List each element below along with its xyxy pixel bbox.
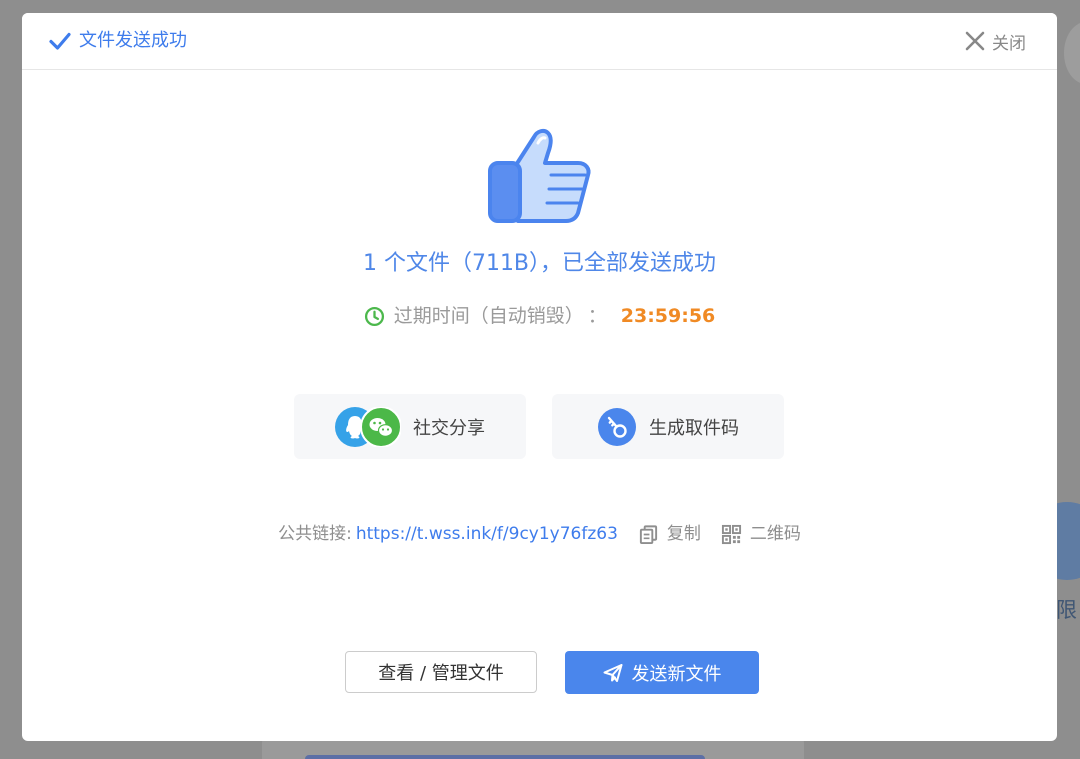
copy-label: 复制 xyxy=(666,524,701,544)
qrcode-button[interactable]: 二维码 xyxy=(721,522,801,546)
qrcode-label: 二维码 xyxy=(749,524,801,544)
key-icon xyxy=(598,407,636,446)
close-label: 关闭 xyxy=(992,33,1026,54)
expire-label: 过期时间（自动销毁） xyxy=(393,305,584,327)
clock-icon xyxy=(364,306,384,326)
qrcode-icon xyxy=(721,524,741,544)
background-avatar xyxy=(1064,22,1080,84)
send-new-file-label: 发送新文件 xyxy=(631,663,722,685)
social-share-label: 社交分享 xyxy=(413,417,485,439)
result-message: 1 个文件（711B），已全部发送成功 xyxy=(362,251,717,276)
expire-separator: ： xyxy=(587,305,607,327)
copy-link-button[interactable]: 复制 xyxy=(638,522,701,546)
thumbs-up-icon xyxy=(488,128,591,223)
dialog-header: 文件发送成功 关闭 xyxy=(22,13,1057,70)
copy-icon xyxy=(639,524,657,544)
background-side-text: 限 xyxy=(1056,598,1077,622)
dialog-title: 文件发送成功 xyxy=(79,30,187,51)
pickup-code-label: 生成取件码 xyxy=(649,417,739,439)
expire-row: 过期时间（自动销毁） ： 23:59:56 xyxy=(22,303,1057,329)
paper-plane-icon xyxy=(603,663,622,682)
check-icon xyxy=(49,32,71,50)
generate-pickup-code-button[interactable]: 生成取件码 xyxy=(552,394,784,459)
public-link-label: 公共链接: xyxy=(278,524,352,544)
public-link-row: 公共链接: https://t.wss.ink/f/9cy1y76fz63 复制 xyxy=(22,522,1057,546)
expire-countdown: 23:59:56 xyxy=(620,305,716,327)
wechat-icon xyxy=(361,406,401,447)
background-bar xyxy=(305,755,705,759)
send-success-dialog: 文件发送成功 关闭 1 个文件（711B），已全部发送成功 过期时间（自动销毁）… xyxy=(22,13,1057,741)
social-icons xyxy=(335,406,401,447)
public-link-url[interactable]: https://t.wss.ink/f/9cy1y76fz63 xyxy=(356,522,618,546)
social-share-button[interactable]: 社交分享 xyxy=(294,394,526,459)
send-new-file-button[interactable]: 发送新文件 xyxy=(565,651,759,694)
view-manage-files-button[interactable]: 查看 / 管理文件 xyxy=(345,651,537,693)
close-icon xyxy=(965,31,985,51)
close-button[interactable]: 关闭 xyxy=(964,27,1026,55)
